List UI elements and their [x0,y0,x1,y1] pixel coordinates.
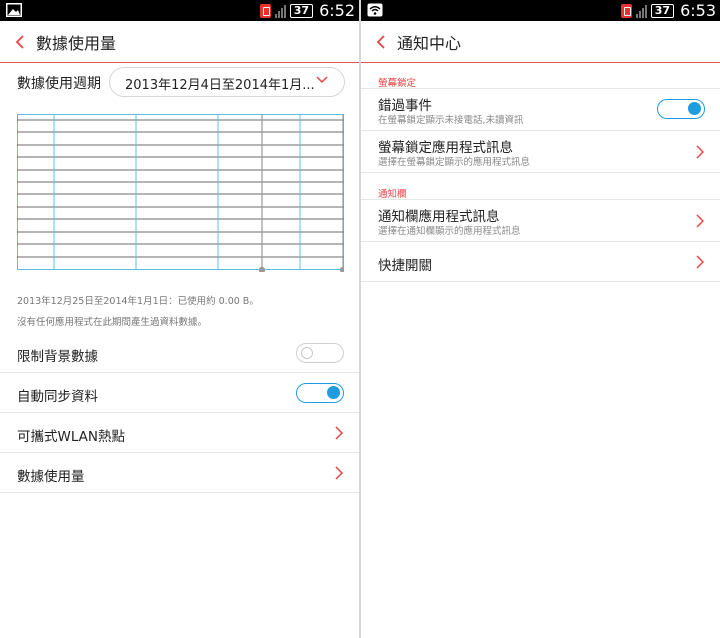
section-header-notification-bar: 通知欄 [378,189,407,200]
back-icon[interactable] [6,21,34,63]
lockscreen-app-messages-row[interactable]: 螢幕鎖定應用程式訊息 選擇在螢幕鎖定顯示的應用程式訊息 [361,131,720,173]
usage-note: 沒有任何應用程式在此期間產生過資料數據。 [17,317,208,328]
row-label: 可攜式WLAN熱點 [17,429,126,445]
usage-cycle-row: 數據使用週期 2013年12月4日至2014年1月... [0,64,359,100]
page-title: 數據使用量 [36,33,117,53]
row-title: 螢幕鎖定應用程式訊息 [378,140,513,156]
row-subtitle: 選擇在螢幕鎖定顯示的應用程式訊息 [378,157,531,168]
battery-level: 37 [650,3,675,18]
row-label: 自動同步資料 [17,389,98,405]
notification-bar-app-messages-row[interactable]: 通知欄應用程式訊息 選擇在通知欄顯示的應用程式訊息 [361,200,720,242]
chevron-right-icon [696,255,704,269]
usage-chart[interactable] [17,114,344,272]
row-title: 錯過事件 [378,98,432,114]
usage-cycle-label: 數據使用週期 [17,76,101,92]
page-title: 通知中心 [397,33,462,53]
data-usage-row[interactable]: 數據使用量 [0,453,359,493]
sim-alert-icon [620,3,632,18]
back-icon[interactable] [367,21,395,63]
restrict-background-data-row[interactable]: 限制背景數據 [0,333,359,373]
title-bar: 通知中心 [361,21,720,63]
status-time: 6:52 [319,1,355,20]
restrict-background-toggle[interactable] [296,343,344,363]
title-bar: 數據使用量 [0,21,359,63]
sim-alert-icon [259,3,271,18]
chevron-right-icon [335,466,343,480]
row-title: 通知欄應用程式訊息 [378,209,500,225]
usage-summary: 2013年12月25日至2014年1月1日：已使用約 0.00 B。 [17,296,259,307]
row-subtitle: 選擇在通知欄顯示的應用程式訊息 [378,226,521,237]
auto-sync-row[interactable]: 自動同步資料 [0,373,359,413]
chevron-right-icon [696,145,704,159]
status-bar: 37 6:52 [0,0,359,21]
missed-events-toggle[interactable] [657,99,705,119]
battery-level: 37 [289,3,314,18]
row-subtitle: 在螢幕鎖定顯示未接電話,未讀資訊 [378,115,524,126]
hotspot-row[interactable]: 可攜式WLAN熱點 [0,413,359,453]
section-header-lockscreen: 螢幕鎖定 [378,78,417,89]
chevron-right-icon [335,426,343,440]
signal-icon [274,4,286,18]
status-bar: 37 6:53 [361,0,720,21]
auto-sync-toggle[interactable] [296,383,344,403]
data-usage-screen: 37 6:52 數據使用量 數據使用週期 2013年12月4日至2014年1月.… [0,0,359,638]
usage-cycle-value: 2013年12月4日至2014年1月... [125,78,315,93]
quick-switches-row[interactable]: 快捷開關 [361,242,720,282]
missed-events-row[interactable]: 錯過事件 在螢幕鎖定顯示未接電話,未讀資訊 [361,89,720,131]
gallery-notification-icon [6,3,22,17]
signal-icon [635,4,647,18]
row-title: 快捷開關 [378,258,432,274]
chevron-down-icon [316,76,328,84]
row-label: 數據使用量 [17,469,85,485]
status-time: 6:53 [680,1,716,20]
notification-center-screen: 37 6:53 通知中心 螢幕鎖定 錯過事件 在螢幕鎖定顯示未接電話,未讀資訊 … [361,0,720,638]
chevron-right-icon [696,214,704,228]
usage-cycle-dropdown[interactable]: 2013年12月4日至2014年1月... [109,67,345,97]
row-label: 限制背景數據 [17,349,98,365]
wifi-notification-icon [367,3,383,17]
